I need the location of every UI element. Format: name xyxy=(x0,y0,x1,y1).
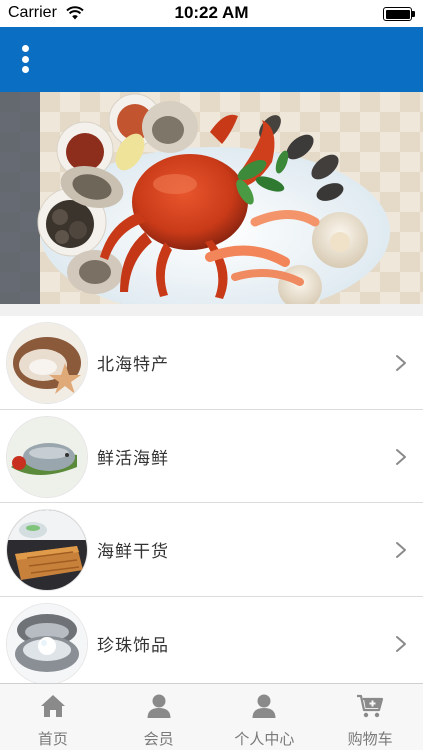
tab-label: 首页 xyxy=(37,730,68,748)
cart-add-icon xyxy=(357,694,384,718)
status-bar: Carrier 10:22 AM xyxy=(0,0,423,27)
more-vertical-icon[interactable] xyxy=(16,43,36,75)
tab-cart[interactable]: 购物车 xyxy=(317,684,423,750)
category-label: 北海特产 xyxy=(97,355,169,375)
category-row-fresh-seafood[interactable]: 鲜活海鲜 xyxy=(0,409,423,503)
chevron-right-icon xyxy=(396,635,406,652)
tab-label: 会员 xyxy=(143,730,174,748)
tab-home[interactable]: 首页 xyxy=(0,684,106,750)
nav-bar xyxy=(0,27,423,92)
scallop-starfish-thumbnail xyxy=(7,323,87,403)
chevron-right-icon xyxy=(396,448,406,465)
fresh-fish-thumbnail xyxy=(7,416,87,497)
dried-seafood-thumbnail xyxy=(7,510,87,590)
category-label: 鲜活海鲜 xyxy=(97,448,169,469)
status-time: 10:22 AM xyxy=(174,3,249,22)
tab-profile[interactable]: 个人中心 xyxy=(212,684,318,750)
category-label: 珍珠饰品 xyxy=(97,635,169,656)
category-row-specialty[interactable]: 北海特产 xyxy=(0,316,423,410)
category-row-pearl-jewelry[interactable]: 珍珠饰品 xyxy=(0,596,423,685)
category-row-dried-seafood[interactable]: 海鲜干货 xyxy=(0,503,423,597)
seafood-banner-image xyxy=(0,92,423,304)
category-list: 北海特产 鲜活海鲜 海鲜干货 珍珠饰品 xyxy=(0,316,423,685)
home-icon xyxy=(40,695,65,717)
tab-label: 个人中心 xyxy=(234,730,295,748)
tab-bar: 首页 会员 个人中心 购物车 xyxy=(0,683,423,750)
banner-carousel[interactable] xyxy=(0,92,423,304)
app-screen: Carrier 10:22 AM 北海特产 鲜活海鲜 海鲜干货 珍珠饰品 首页 … xyxy=(0,0,423,750)
chevron-right-icon xyxy=(396,355,406,371)
tab-label: 购物车 xyxy=(347,730,393,748)
user-icon xyxy=(252,694,276,718)
user-icon xyxy=(147,694,171,718)
pearl-oyster-thumbnail xyxy=(7,603,87,684)
chevron-right-icon xyxy=(396,542,406,558)
tab-member[interactable]: 会员 xyxy=(106,684,212,750)
battery-icon xyxy=(383,7,415,21)
category-label: 海鲜干货 xyxy=(97,542,169,562)
